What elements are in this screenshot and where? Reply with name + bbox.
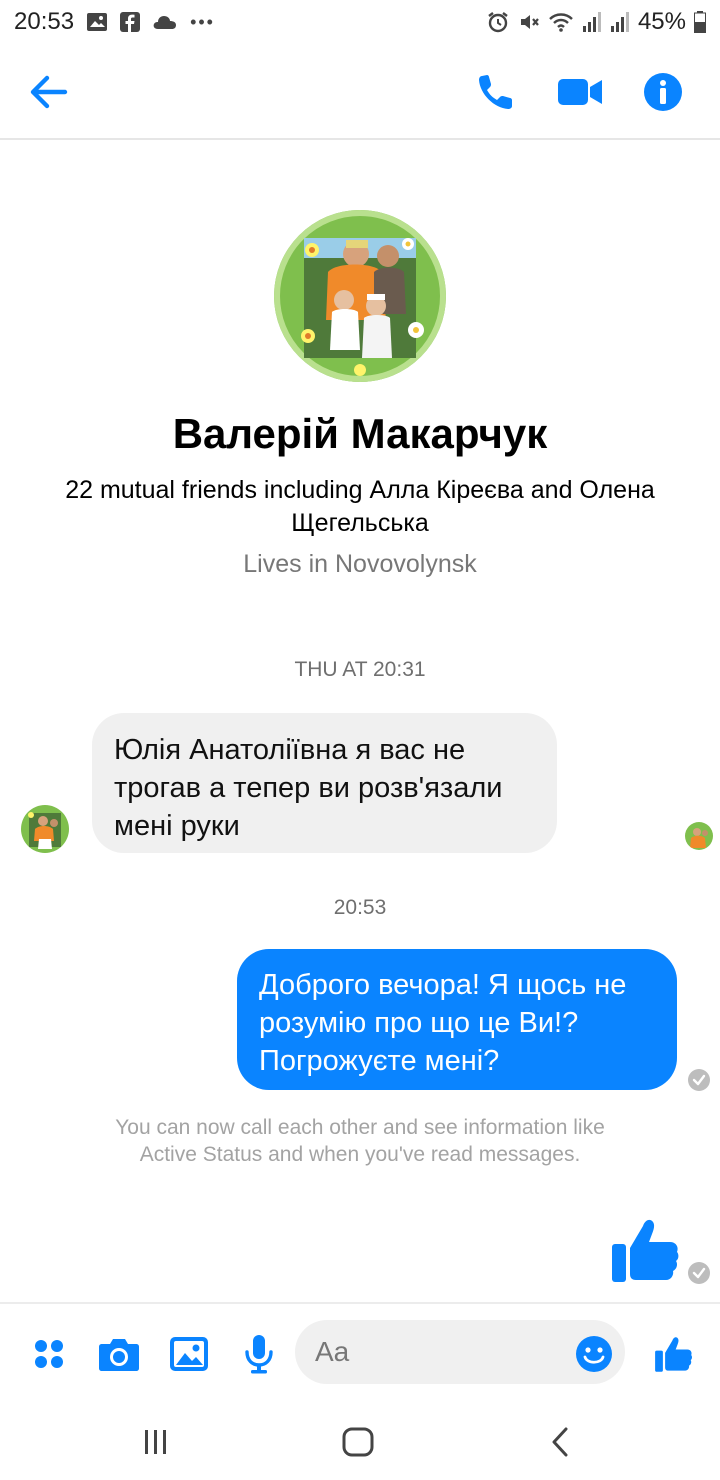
recent-apps-button[interactable] [136,1424,176,1460]
signal-2-icon [610,11,630,33]
info-icon [644,73,682,111]
timestamp-divider: THU AT 20:31 [294,658,426,681]
contact-photo-image [274,210,446,382]
emoji-icon [576,1336,612,1372]
video-call-button[interactable] [556,68,604,116]
alarm-icon [486,10,510,34]
call-permission-notice: You can now call each other and see info… [115,1116,605,1166]
conversation-header [0,44,720,140]
emoji-button[interactable] [570,1330,618,1378]
mutual-friends-text: 22 mutual friends including Алла Кіреєва… [65,476,655,537]
cloud-icon [152,13,178,31]
conversation-info-button[interactable] [639,68,687,116]
gallery-icon [170,1337,208,1371]
nav-back-icon [552,1427,568,1457]
timestamp-divider: 20:53 [333,896,387,919]
more-actions-button[interactable] [25,1330,73,1378]
incoming-message-bubble[interactable]: Юлія Анатоліївна я вас не трогав а тепер… [92,713,557,853]
sender-avatar[interactable] [21,805,69,853]
send-like-button[interactable] [650,1330,698,1378]
facebook-notification-icon [120,12,141,32]
delivered-check-icon [688,1069,710,1091]
contact-name: Валерій Макарчук [172,410,548,457]
phone-icon [479,75,512,109]
contact-avatar[interactable] [274,210,446,382]
sender-photo-image [21,805,69,853]
battery-percentage: 45% [637,8,686,35]
camera-icon [99,1339,139,1371]
message-composer [0,1302,720,1402]
signal-1-icon [582,11,602,33]
voice-message-button[interactable] [235,1330,283,1378]
microphone-icon [245,1335,273,1374]
gallery-notification-icon [86,12,108,32]
read-receipt-avatar [685,822,713,850]
status-bar: 20:53 ••• 45% [0,0,720,44]
thumbs-up-icon[interactable] [610,1214,682,1286]
more-notifications-indicator: ••• [190,11,215,32]
location-text: Lives in Novovolynsk [243,550,477,578]
gallery-button[interactable] [165,1330,213,1378]
read-receipt-photo-image [685,822,713,850]
back-nav-button[interactable] [540,1424,580,1460]
back-arrow-icon [30,75,68,109]
system-navigation-bar [0,1402,720,1480]
home-icon [342,1427,374,1457]
thumbs-up-icon [655,1337,692,1372]
status-time: 20:53 [14,8,75,35]
mute-icon [518,11,540,33]
video-camera-icon [558,79,602,105]
voice-call-button[interactable] [472,68,520,116]
camera-button[interactable] [95,1330,143,1378]
battery-icon [694,11,706,33]
home-button[interactable] [338,1424,378,1460]
outgoing-message-bubble[interactable]: Доброго вечора! Я щось не розумію про що… [237,949,677,1090]
wifi-icon [548,11,574,33]
back-button[interactable] [25,68,73,116]
recent-apps-icon [145,1430,166,1454]
menu-dots-icon [35,1340,63,1368]
delivered-check-icon [688,1262,710,1284]
